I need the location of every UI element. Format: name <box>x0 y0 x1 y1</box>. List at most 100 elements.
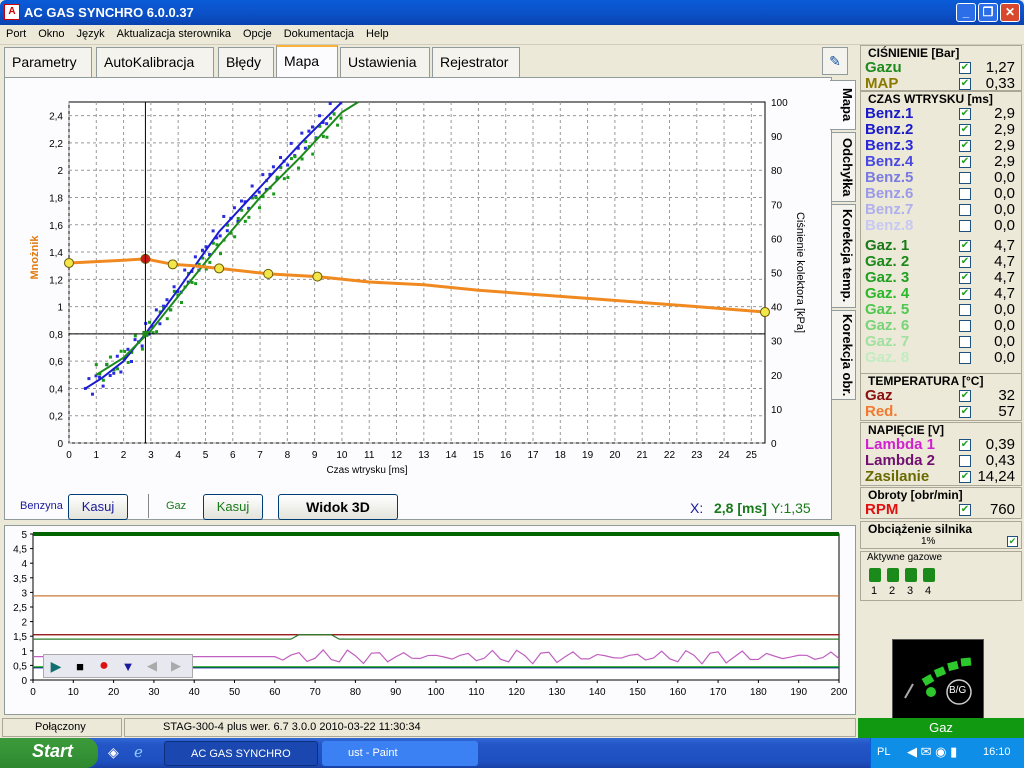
group-aktywne-gazowe: Aktywne gazowe 1 2 3 4 <box>860 551 1022 601</box>
y-tick-label: 0 <box>57 439 63 450</box>
map-chart[interactable]: 0 1 2 3 4 5 6 7 8 9 10 11 12 13 14 15 16 17 18 19 20 21 22 23 24… <box>10 88 830 488</box>
tray-icons[interactable]: ◀ ✉ ◉ ▮ <box>907 744 957 760</box>
marker-icon[interactable]: ▼ <box>116 659 140 674</box>
widok-3d-button[interactable]: Widok 3D <box>278 494 398 520</box>
menu-opcje[interactable]: Opcje <box>237 25 278 43</box>
stop-icon[interactable]: ■ <box>68 659 92 674</box>
tab-autokalibracja[interactable]: AutoKalibracja <box>96 47 214 77</box>
kasuj-gaz-button[interactable]: Kasuj <box>203 494 263 520</box>
recorder-y-tick-label: 0 <box>21 676 27 687</box>
gaz-point <box>258 206 262 210</box>
row-checkbox[interactable]: ✔ <box>959 140 971 152</box>
benzyna-point <box>154 308 158 312</box>
tab-mapa[interactable]: Mapa <box>276 45 338 77</box>
row-label: Gaz. 2 <box>865 253 910 270</box>
minimize-button[interactable]: _ <box>956 3 976 22</box>
vtab-korekcja-obr[interactable]: Korekcja obr. <box>832 310 856 400</box>
menu-bar: Port Okno Język Aktualizacja sterownika Opcj… <box>0 25 1024 45</box>
kasuj-benzyna-button[interactable]: Kasuj <box>68 494 128 520</box>
row-checkbox[interactable] <box>959 352 971 364</box>
recorder-y-tick-label: 1 <box>21 647 27 658</box>
row-checkbox[interactable] <box>959 304 971 316</box>
row-checkbox[interactable]: ✔ <box>959 124 971 136</box>
value-row: Benz.8 0,0 <box>861 218 1021 234</box>
menu-help[interactable]: Help <box>360 25 395 43</box>
row-checkbox[interactable]: ✔ <box>959 288 971 300</box>
y-tick-label: 1 <box>57 303 63 314</box>
vtab-mapa[interactable]: Mapa <box>830 80 856 130</box>
row-checkbox[interactable]: ✔ <box>959 471 971 483</box>
row-checkbox[interactable] <box>959 204 971 216</box>
menu-okno[interactable]: Okno <box>32 25 70 43</box>
row-checkbox[interactable]: ✔ <box>959 156 971 168</box>
play-icon[interactable]: ▶ <box>44 658 68 675</box>
row-checkbox[interactable] <box>959 172 971 184</box>
pen-icon[interactable]: ✎ <box>822 47 848 75</box>
quicklaunch-icon[interactable]: ◈ <box>108 744 119 761</box>
row-checkbox[interactable]: ✔ <box>959 406 971 418</box>
multiplier-point <box>167 259 178 270</box>
row-checkbox[interactable]: ✔ <box>959 439 971 451</box>
x-tick-label: 18 <box>555 450 567 461</box>
recorder-chart[interactable]: 00,511,522,533,544,550 10 20 30 40 50 60 70 80 90… <box>5 526 855 714</box>
y-tick-label: 0,6 <box>49 357 63 368</box>
taskbar-item-acgas[interactable]: AC GAS SYNCHRO <box>164 741 318 766</box>
status-bar: Połączony STAG-300-4 plus wer. 6.7 3.0.0… <box>0 716 858 738</box>
gaz-point <box>254 196 258 200</box>
value-row: Lambda 1 ✔ 0,39 <box>861 437 1021 453</box>
x-tick-label: 14 <box>446 450 458 461</box>
row-checkbox[interactable]: ✔ <box>959 256 971 268</box>
row-checkbox[interactable] <box>959 336 971 348</box>
gaz-point <box>339 116 343 120</box>
value-row: Benz.3 ✔ 2,9 <box>861 138 1021 154</box>
ie-icon[interactable]: ℯ <box>134 743 143 761</box>
row-value: 32 <box>998 387 1015 404</box>
benzyna-point <box>126 347 130 351</box>
row-checkbox[interactable]: ✔ <box>959 240 971 252</box>
x-tick-label: 4 <box>175 450 181 461</box>
recorder-x-tick-label: 130 <box>549 687 566 698</box>
tab-ustawienia[interactable]: Ustawienia <box>340 47 430 77</box>
next-icon[interactable]: ▶ <box>164 658 188 674</box>
row-checkbox[interactable] <box>959 320 971 332</box>
row-checkbox[interactable]: ✔ <box>959 390 971 402</box>
start-button[interactable]: Start <box>0 738 98 768</box>
row-checkbox[interactable]: ✔ <box>959 62 971 74</box>
tab-rejestrator[interactable]: Rejestrator <box>432 47 520 77</box>
vtab-odchylka[interactable]: Odchyłka <box>832 132 856 202</box>
language-indicator[interactable]: PL <box>877 746 890 758</box>
benzyna-point <box>328 102 332 106</box>
row-label: MAP <box>865 75 899 92</box>
row-checkbox[interactable]: ✔ <box>959 272 971 284</box>
group-title: CZAS WTRYSKU [ms] <box>868 92 993 106</box>
menu-jezyk[interactable]: Język <box>70 25 110 43</box>
row-label: Gaz. 8 <box>865 349 910 366</box>
row-checkbox[interactable]: ✔ <box>959 504 971 516</box>
menu-port[interactable]: Port <box>0 25 32 43</box>
y-tick-label: 0,8 <box>49 330 63 341</box>
close-button[interactable]: ✕ <box>1000 3 1020 22</box>
tab-bledy[interactable]: Błędy <box>218 47 274 77</box>
row-checkbox[interactable]: ✔ <box>959 108 971 120</box>
value-row: Benz.1 ✔ 2,9 <box>861 106 1021 122</box>
maximize-button[interactable]: ❐ <box>978 3 998 22</box>
row-value: 760 <box>989 501 1015 518</box>
menu-dokumentacja[interactable]: Dokumentacja <box>278 25 360 43</box>
benzyna-point <box>172 285 176 289</box>
row-checkbox[interactable] <box>959 455 971 467</box>
bg-label: B/G <box>949 685 967 696</box>
row-checkbox[interactable] <box>959 188 971 200</box>
row-checkbox[interactable]: ✔ <box>959 78 971 90</box>
prev-icon[interactable]: ◀ <box>140 658 164 674</box>
injector-number: 3 <box>907 585 914 597</box>
record-icon[interactable]: ● <box>92 657 116 675</box>
gaz-label: Gaz <box>166 500 187 512</box>
taskbar-item-paint[interactable]: ust - Paint <box>322 741 478 766</box>
menu-aktualizacja[interactable]: Aktualizacja sterownika <box>111 25 237 43</box>
clock: 16:10 <box>983 746 1011 758</box>
multiplier-point <box>760 307 770 318</box>
row-checkbox[interactable] <box>959 220 971 232</box>
load-checkbox[interactable]: ✔ <box>1007 536 1018 547</box>
vtab-korekcja-temp[interactable]: Korekcja temp. <box>832 204 856 308</box>
tab-parametry[interactable]: Parametry <box>4 47 92 77</box>
